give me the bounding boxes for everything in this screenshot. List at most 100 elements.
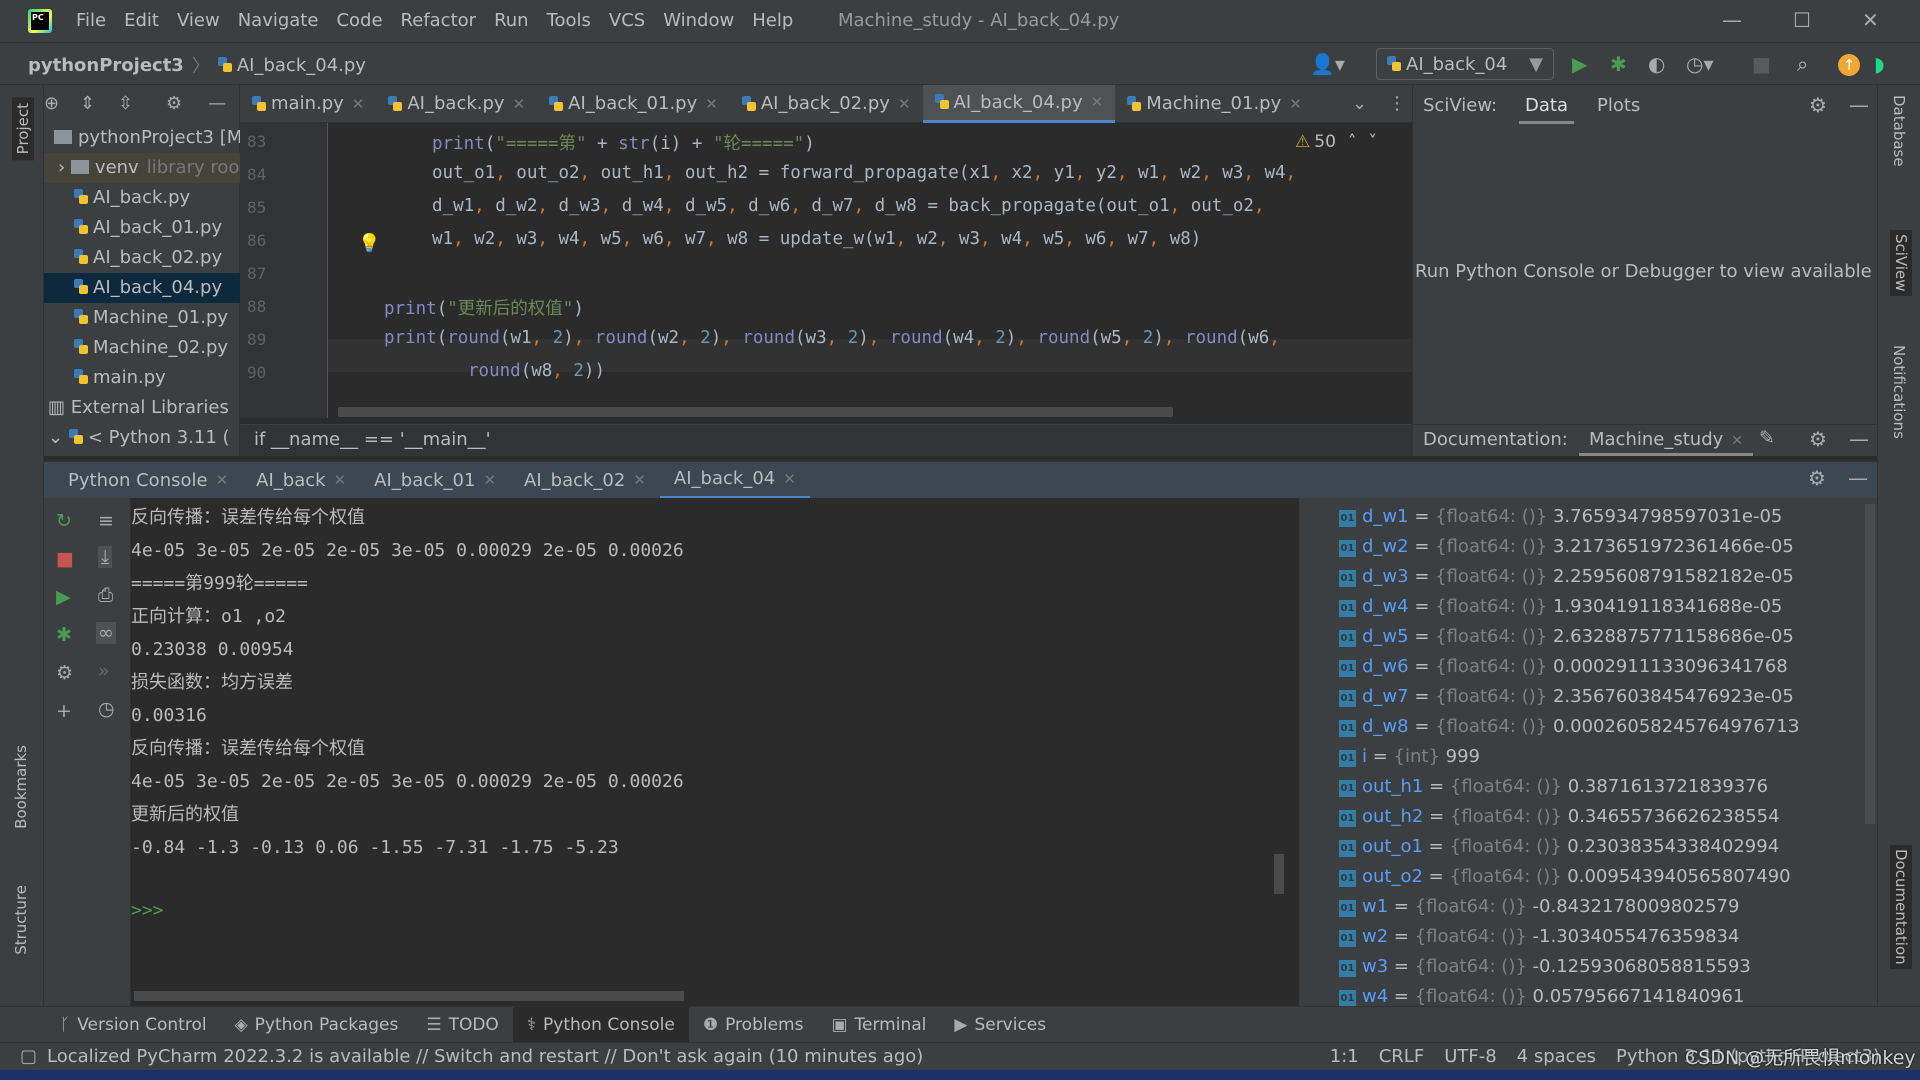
documentation-tool-button[interactable]: Documentation xyxy=(1890,845,1912,969)
collapse-all-icon[interactable]: ⇳ xyxy=(118,93,133,114)
sciview-tool-button[interactable]: SciView xyxy=(1890,230,1912,296)
variable-row[interactable]: 01 w4 = {float64: ()} 0.05795667141840961 xyxy=(1339,982,1744,1006)
hide-icon[interactable]: — xyxy=(1848,466,1868,490)
menu-edit[interactable]: Edit xyxy=(124,10,159,31)
variable-row[interactable]: 01 d_w4 = {float64: ()} 1.930419118341688… xyxy=(1339,592,1782,622)
code-line[interactable]: print(round(w1, 2), round(w2, 2), round(… xyxy=(384,328,1280,348)
search-icon[interactable]: ⌕ xyxy=(1797,52,1808,76)
menu-navigate[interactable]: Navigate xyxy=(238,10,319,31)
variable-row[interactable]: 01 out_h2 = {float64: ()} 0.3465573662623… xyxy=(1339,802,1780,832)
tree-item[interactable]: › venv library root xyxy=(44,153,240,183)
settings-gear-icon[interactable]: ⚙ xyxy=(166,93,182,114)
tree-item[interactable]: Machine_02.py xyxy=(44,333,240,363)
variable-row[interactable]: 01 d_w3 = {float64: ()} 2.259560879158218… xyxy=(1339,562,1794,592)
tool-window-python-packages[interactable]: ◈ Python Packages xyxy=(221,1007,413,1043)
console-vertical-scrollbar[interactable] xyxy=(1274,854,1284,894)
chevron-right-icon[interactable]: › xyxy=(58,157,71,178)
tab-ai_back_02-py[interactable]: AI_back_02.py ✕ xyxy=(730,85,923,123)
variable-row[interactable]: 01 d_w1 = {float64: ()} 3.765934798597031… xyxy=(1339,502,1782,532)
run-icon[interactable]: ▶ xyxy=(1572,52,1587,76)
lightbulb-icon[interactable]: 💡 xyxy=(358,233,380,254)
add-icon[interactable]: + xyxy=(56,700,72,722)
caret-position[interactable]: 1:1 xyxy=(1330,1046,1359,1067)
close-icon[interactable]: ✕ xyxy=(1731,433,1743,449)
history-icon[interactable]: ◷ xyxy=(98,698,115,720)
hide-icon[interactable]: — xyxy=(1849,427,1869,451)
tab-plots[interactable]: Plots xyxy=(1597,95,1640,116)
python-console[interactable]: ↻ ■ ▶ ✱ ⚙ + ≡ ⤓ ⎙ ∞ » ◷ 反向传播：误差传给每个权值 4e-… xyxy=(44,498,1298,1006)
print-icon[interactable]: ⎙ xyxy=(98,584,113,606)
variable-row[interactable]: 01 i = {int} 999 xyxy=(1339,742,1480,772)
prev-highlight-icon[interactable]: ˄ xyxy=(1348,132,1357,152)
breadcrumb-project[interactable]: pythonProject3 xyxy=(28,55,184,76)
tab-ai_back-py[interactable]: AI_back.py ✕ xyxy=(376,85,537,123)
code-line[interactable]: print("=====第" + str(i) + "轮=====") xyxy=(432,130,815,155)
execute-icon[interactable]: ▶ xyxy=(56,586,71,608)
variable-row[interactable]: 01 d_w5 = {float64: ()} 2.632887577115868… xyxy=(1339,622,1794,652)
console-tab[interactable]: Python Console ✕ xyxy=(54,461,242,499)
menu-help[interactable]: Help xyxy=(752,10,793,31)
settings-gear-icon[interactable]: ⚙ xyxy=(1809,93,1827,117)
settings-gear-icon[interactable]: ⚙ xyxy=(56,662,73,684)
indent-setting[interactable]: 4 spaces xyxy=(1517,1046,1596,1067)
bookmarks-tool-button[interactable]: Bookmarks xyxy=(12,745,30,829)
tab-machine_01-py[interactable]: Machine_01.py ✕ xyxy=(1115,85,1314,123)
menu-code[interactable]: Code xyxy=(336,10,382,31)
variable-row[interactable]: 01 out_o2 = {float64: ()} 0.0095439405658… xyxy=(1339,862,1791,892)
horizontal-scrollbar[interactable] xyxy=(338,407,1173,417)
console-tab[interactable]: AI_back_04 ✕ xyxy=(659,461,810,499)
next-highlight-icon[interactable]: ˅ xyxy=(1368,132,1377,152)
code-line[interactable]: round(w8, 2)) xyxy=(468,361,605,381)
menu-run[interactable]: Run xyxy=(494,10,529,31)
line-separator[interactable]: CRLF xyxy=(1379,1046,1424,1067)
close-icon[interactable]: ✕ xyxy=(1862,8,1879,32)
rerun-icon[interactable]: ↻ xyxy=(56,510,72,532)
run-config-select[interactable]: AI_back_04 ▼ xyxy=(1376,48,1554,80)
tree-item[interactable]: pythonProject3 [M xyxy=(44,123,240,153)
tab-main-py[interactable]: main.py ✕ xyxy=(240,85,376,123)
variable-row[interactable]: 01 out_o1 = {float64: ()} 0.2303835433840… xyxy=(1339,832,1779,862)
doc-tab[interactable]: Machine_study ✕ xyxy=(1579,429,1754,456)
menu-file[interactable]: File xyxy=(76,10,106,31)
tree-item[interactable]: AI_back_01.py xyxy=(44,213,240,243)
file-encoding[interactable]: UTF-8 xyxy=(1444,1046,1496,1067)
variables-scrollbar[interactable] xyxy=(1865,504,1875,824)
tool-window-problems[interactable]: ❶ Problems xyxy=(689,1007,818,1043)
jetbrains-icon[interactable]: ◗ xyxy=(1874,52,1885,76)
close-icon[interactable]: ✕ xyxy=(352,95,365,113)
tree-item[interactable]: main.py xyxy=(44,363,240,393)
project-tool-button[interactable]: Project xyxy=(12,97,34,161)
variable-row[interactable]: 01 d_w7 = {float64: ()} 2.356760384547692… xyxy=(1339,682,1794,712)
variable-row[interactable]: 01 d_w8 = {float64: ()} 0.000260582457649… xyxy=(1339,712,1799,742)
tree-item[interactable]: AI_back.py xyxy=(44,183,240,213)
tabs-dropdown-icon[interactable]: ⌄ xyxy=(1352,93,1367,114)
variable-row[interactable]: 01 w2 = {float64: ()} -1.3034055476359834 xyxy=(1339,922,1739,952)
close-icon[interactable]: ✕ xyxy=(216,471,229,489)
menu-tools[interactable]: Tools xyxy=(547,10,591,31)
tool-window-python-console[interactable]: ⚕ Python Console xyxy=(512,1006,689,1043)
tree-item[interactable]: Machine_01.py xyxy=(44,303,240,333)
maximize-icon[interactable]: ☐ xyxy=(1793,8,1811,32)
debug-icon[interactable]: ✱ xyxy=(1610,52,1627,76)
console-tab[interactable]: AI_back ✕ xyxy=(242,461,360,499)
show-variables-icon[interactable]: ∞ xyxy=(96,622,116,644)
variable-row[interactable]: 01 d_w2 = {float64: ()} 3.217365197236146… xyxy=(1339,532,1794,562)
debug-icon[interactable]: ✱ xyxy=(56,624,72,646)
close-icon[interactable]: ✕ xyxy=(783,470,796,488)
hide-icon[interactable]: — xyxy=(1849,93,1869,117)
breadcrumb-file[interactable]: AI_back_04.py xyxy=(237,55,366,76)
menu-view[interactable]: View xyxy=(177,10,220,31)
tab-data[interactable]: Data xyxy=(1519,95,1574,124)
status-message[interactable]: Localized PyCharm 2022.3.2 is available … xyxy=(47,1046,923,1067)
tool-window-terminal[interactable]: ▣ Terminal xyxy=(817,1007,940,1043)
variable-row[interactable]: 01 d_w6 = {float64: ()} 0.000291113309634… xyxy=(1339,652,1788,682)
user-icon[interactable]: 👤▾ xyxy=(1310,52,1345,76)
menu-window[interactable]: Window xyxy=(663,10,734,31)
structure-tool-button[interactable]: Structure xyxy=(12,885,30,955)
settings-gear-icon[interactable]: ⚙ xyxy=(1808,466,1826,490)
stop-icon[interactable]: ■ xyxy=(56,548,74,570)
more-icon[interactable]: ⋮ xyxy=(1388,93,1406,114)
stop-icon[interactable]: ■ xyxy=(1752,52,1771,76)
close-icon[interactable]: ✕ xyxy=(898,95,911,113)
close-icon[interactable]: ✕ xyxy=(633,471,646,489)
